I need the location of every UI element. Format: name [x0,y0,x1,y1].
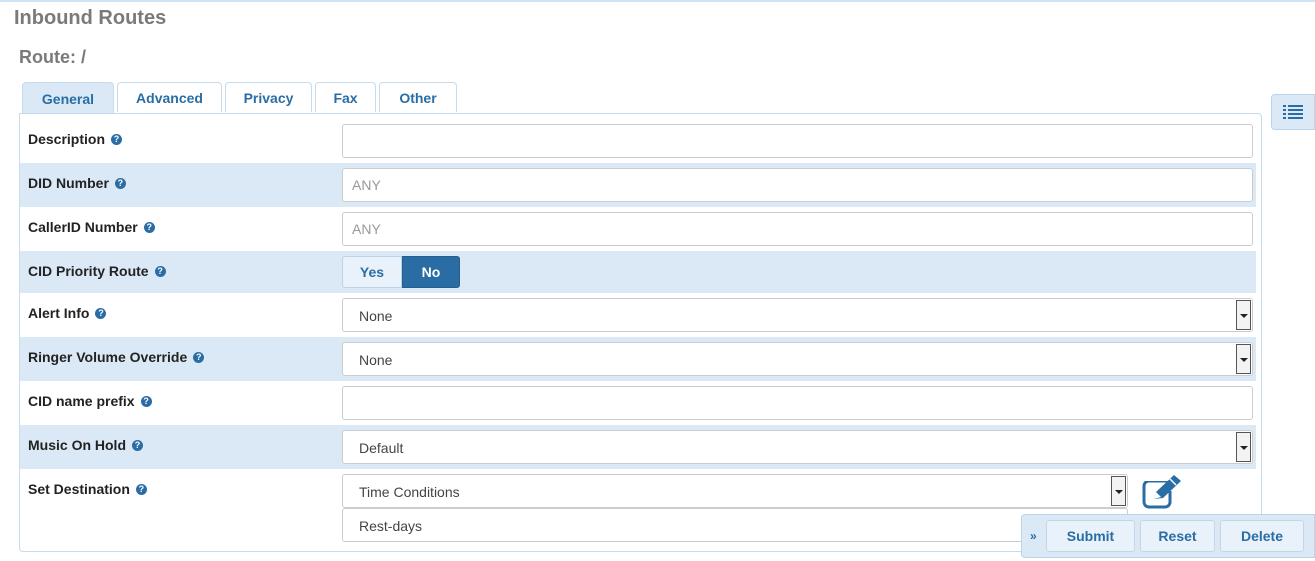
row-description: Description ? [20,119,1256,163]
tab-other[interactable]: Other [379,82,457,112]
help-icon[interactable]: ? [193,351,205,363]
alert-info-value: None [359,308,393,324]
submit-button[interactable]: Submit [1046,520,1135,552]
help-icon[interactable]: ? [111,133,123,145]
cid-prefix-label: CID name prefix [28,393,135,409]
help-icon[interactable]: ? [95,307,107,319]
delete-button[interactable]: Delete [1220,520,1304,552]
ringer-volume-value: None [359,352,393,368]
row-callerid-number: CallerID Number ? [20,207,1256,251]
collapse-icon[interactable]: » [1030,529,1037,543]
tab-fax[interactable]: Fax [315,82,376,112]
did-number-input[interactable] [342,168,1253,202]
destination-target-select[interactable]: Rest-days [342,508,1128,542]
row-alert-info: Alert Info ? None [20,293,1256,337]
music-on-hold-select[interactable]: Default [342,430,1253,464]
row-cid-priority: CID Priority Route ? Yes No [20,251,1256,293]
tab-privacy[interactable]: Privacy [225,82,312,112]
row-cid-prefix: CID name prefix ? [20,381,1256,425]
list-icon[interactable] [1271,94,1315,130]
description-input[interactable] [342,124,1253,158]
destination-type-value: Time Conditions [359,484,460,500]
description-label: Description [28,131,106,147]
cid-prefix-input[interactable] [342,386,1253,420]
alert-info-label: Alert Info [28,305,90,321]
row-music-on-hold: Music On Hold ? Default [20,425,1256,469]
cid-priority-toggle: Yes No [342,256,460,288]
tab-bar: General Advanced Privacy Fax Other [22,82,457,114]
help-icon[interactable]: ? [132,439,143,451]
dropdown-arrow-icon[interactable] [1236,300,1251,330]
help-icon[interactable]: ? [140,395,152,407]
dropdown-arrow-icon[interactable] [1236,432,1251,462]
set-destination-label: Set Destination [28,481,130,497]
action-bar: » Submit Reset Delete [1021,514,1315,558]
help-icon[interactable]: ? [114,177,126,189]
callerid-number-input[interactable] [342,212,1253,246]
help-icon[interactable]: ? [135,483,147,495]
page-title: Inbound Routes [14,7,167,29]
callerid-number-label: CallerID Number [28,219,138,235]
tab-general[interactable]: General [22,82,114,114]
row-ringer-volume: Ringer Volume Override ? None [20,337,1256,381]
destination-type-select[interactable]: Time Conditions [342,474,1128,508]
dropdown-arrow-icon[interactable] [1111,476,1126,506]
route-title: Route: / [19,47,86,67]
ringer-volume-label: Ringer Volume Override [28,349,188,365]
edit-icon[interactable] [1141,473,1187,511]
music-on-hold-label: Music On Hold [28,437,126,453]
music-on-hold-value: Default [359,440,404,456]
destination-target-value: Rest-days [359,518,423,534]
cid-priority-yes[interactable]: Yes [342,256,402,288]
tab-advanced[interactable]: Advanced [117,82,222,112]
ringer-volume-select[interactable]: None [342,342,1253,376]
cid-priority-no[interactable]: No [402,256,460,288]
cid-priority-label: CID Priority Route [28,263,149,279]
did-number-label: DID Number [28,175,109,191]
row-did-number: DID Number ? [20,163,1256,207]
reset-button[interactable]: Reset [1140,520,1215,552]
help-icon[interactable]: ? [143,221,155,233]
dropdown-arrow-icon[interactable] [1236,344,1251,374]
alert-info-select[interactable]: None [342,298,1253,332]
help-icon[interactable]: ? [154,265,166,277]
